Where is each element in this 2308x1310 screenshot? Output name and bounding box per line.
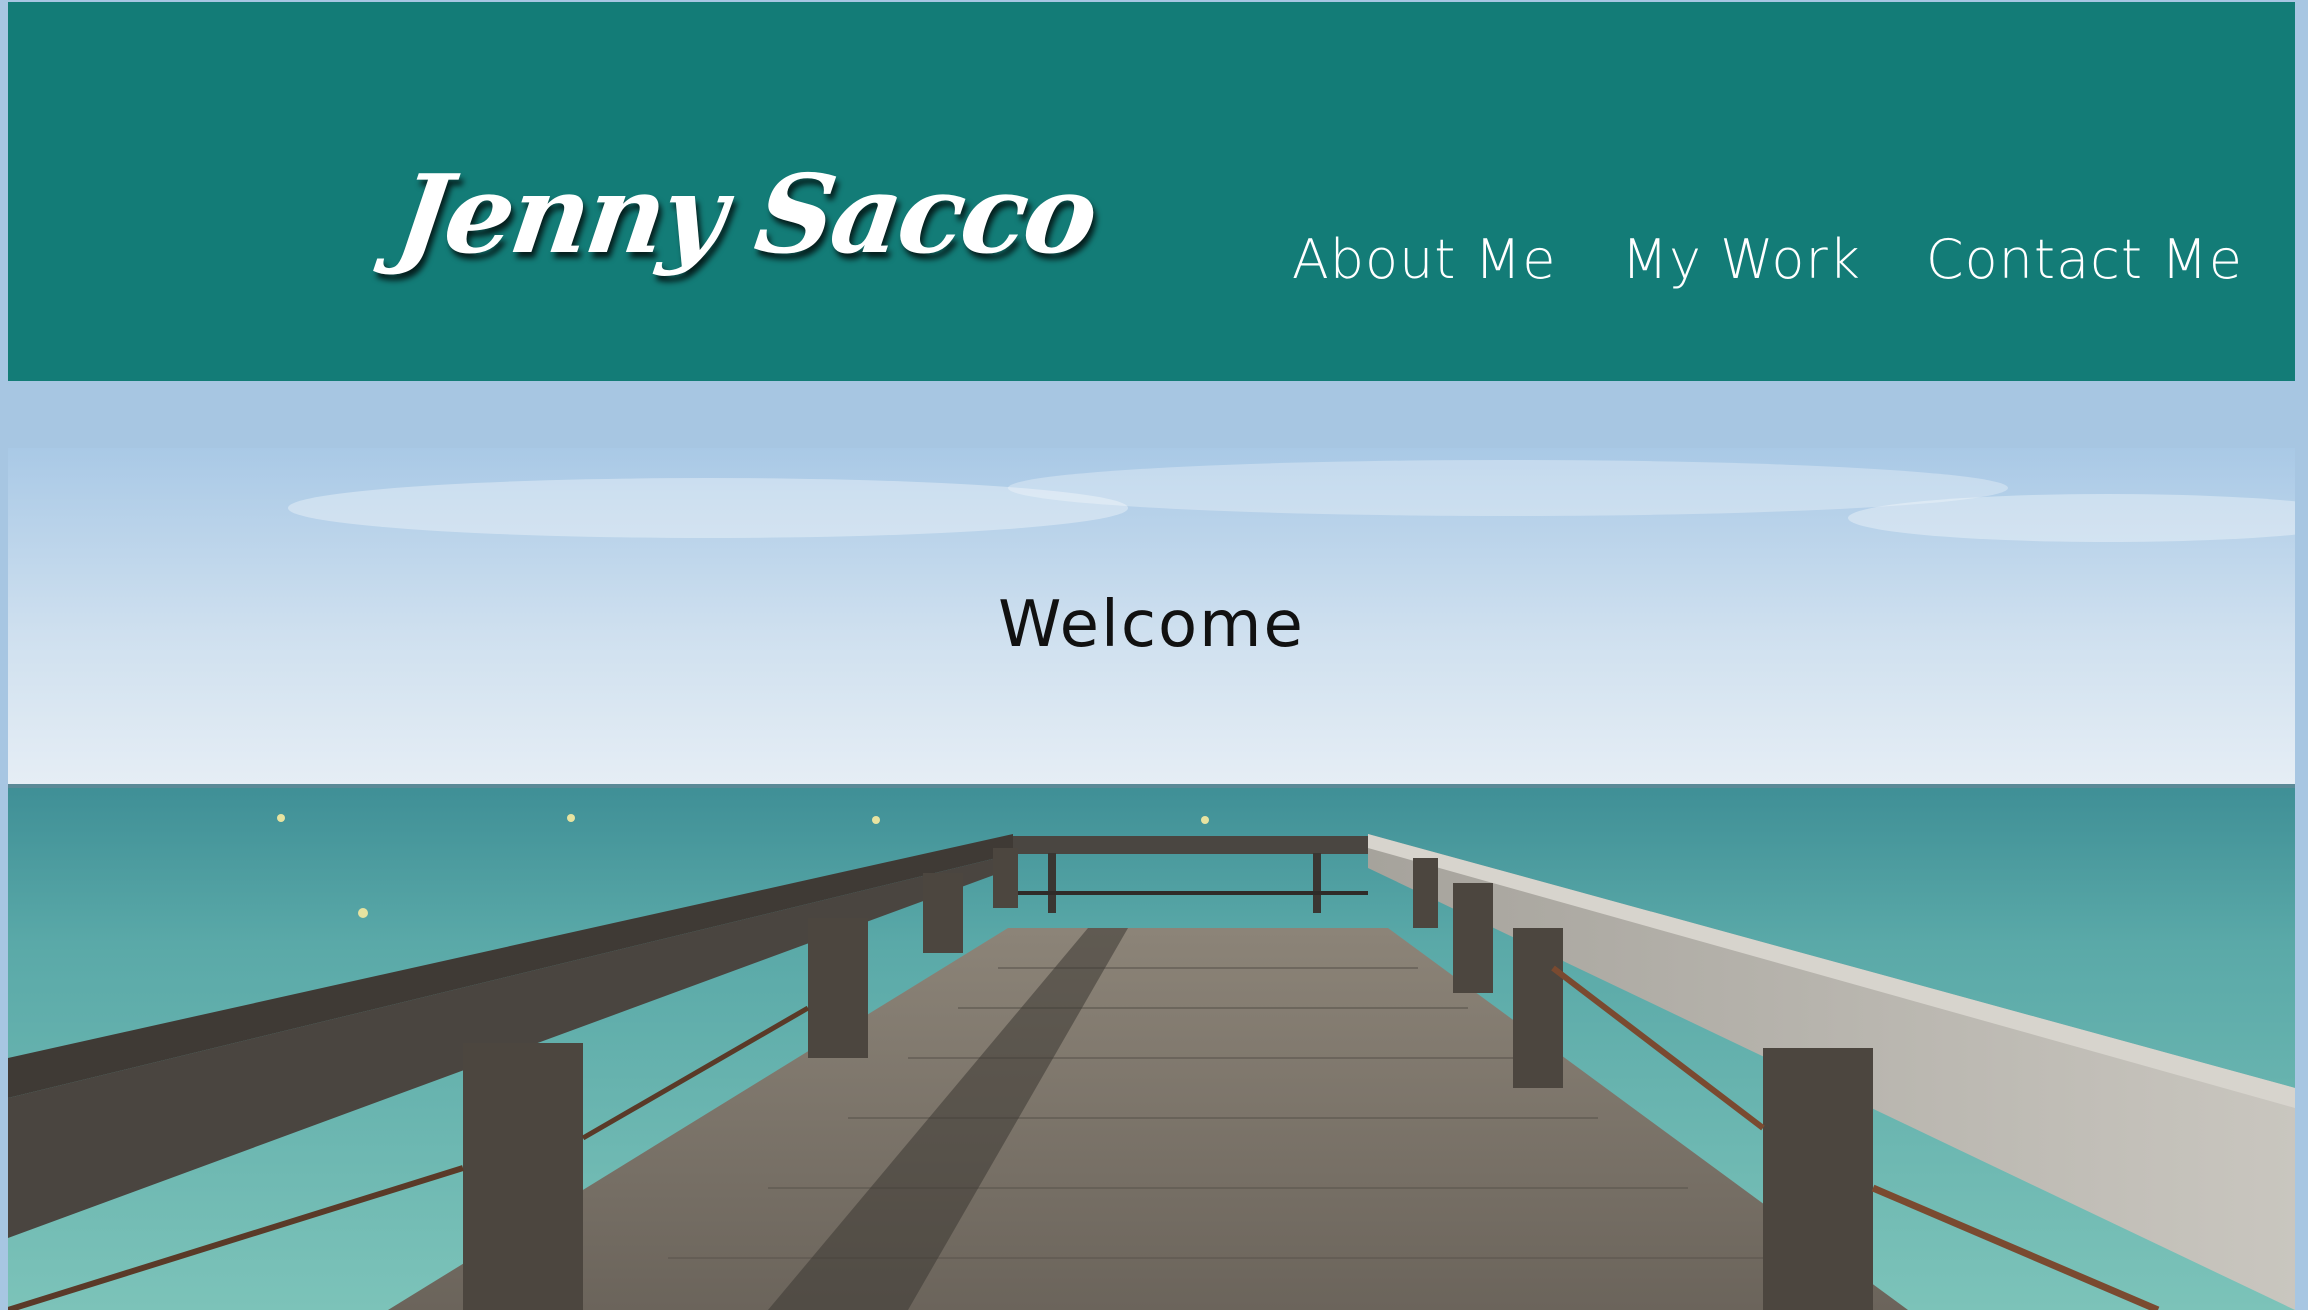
page-edge [2295,0,2308,1310]
nav-link-my-work[interactable]: My Work [1621,228,1860,291]
site-logo[interactable]: Jenny Sacco [389,152,1102,278]
nav-link-contact-me[interactable]: Contact Me [1926,228,2243,291]
nav-link-about-me[interactable]: About Me [1292,228,1557,291]
main-nav: About Me My Work Contact Me [1292,228,2243,291]
hero-section: Welcome [8,448,2295,1310]
hero-heading: Welcome [998,588,1305,662]
site-header: Jenny Sacco About Me My Work Contact Me [8,2,2295,381]
hero-pier-image [8,448,2295,1310]
